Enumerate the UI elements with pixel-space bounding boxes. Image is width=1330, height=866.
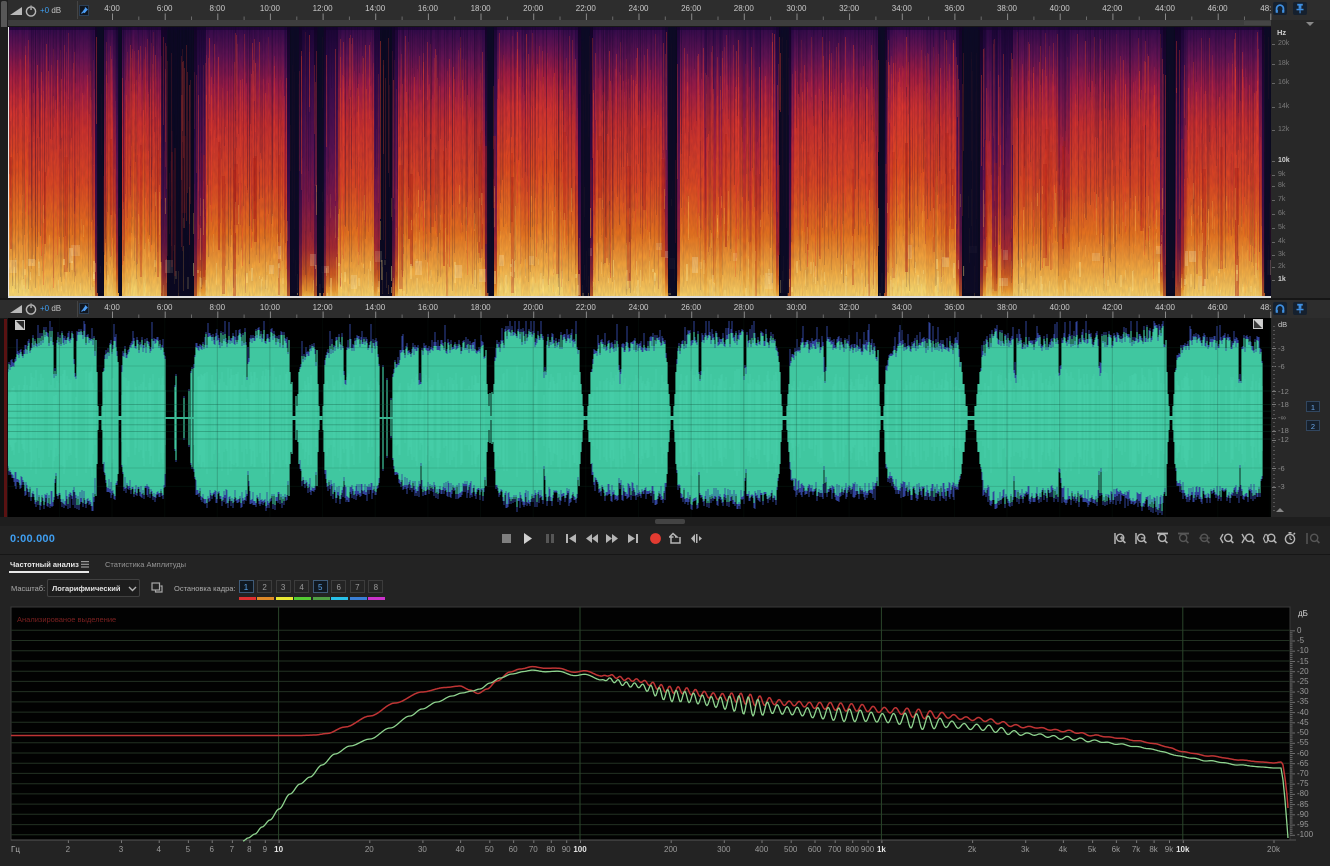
svg-text:Анализированое выделение: Анализированое выделение xyxy=(17,615,116,624)
